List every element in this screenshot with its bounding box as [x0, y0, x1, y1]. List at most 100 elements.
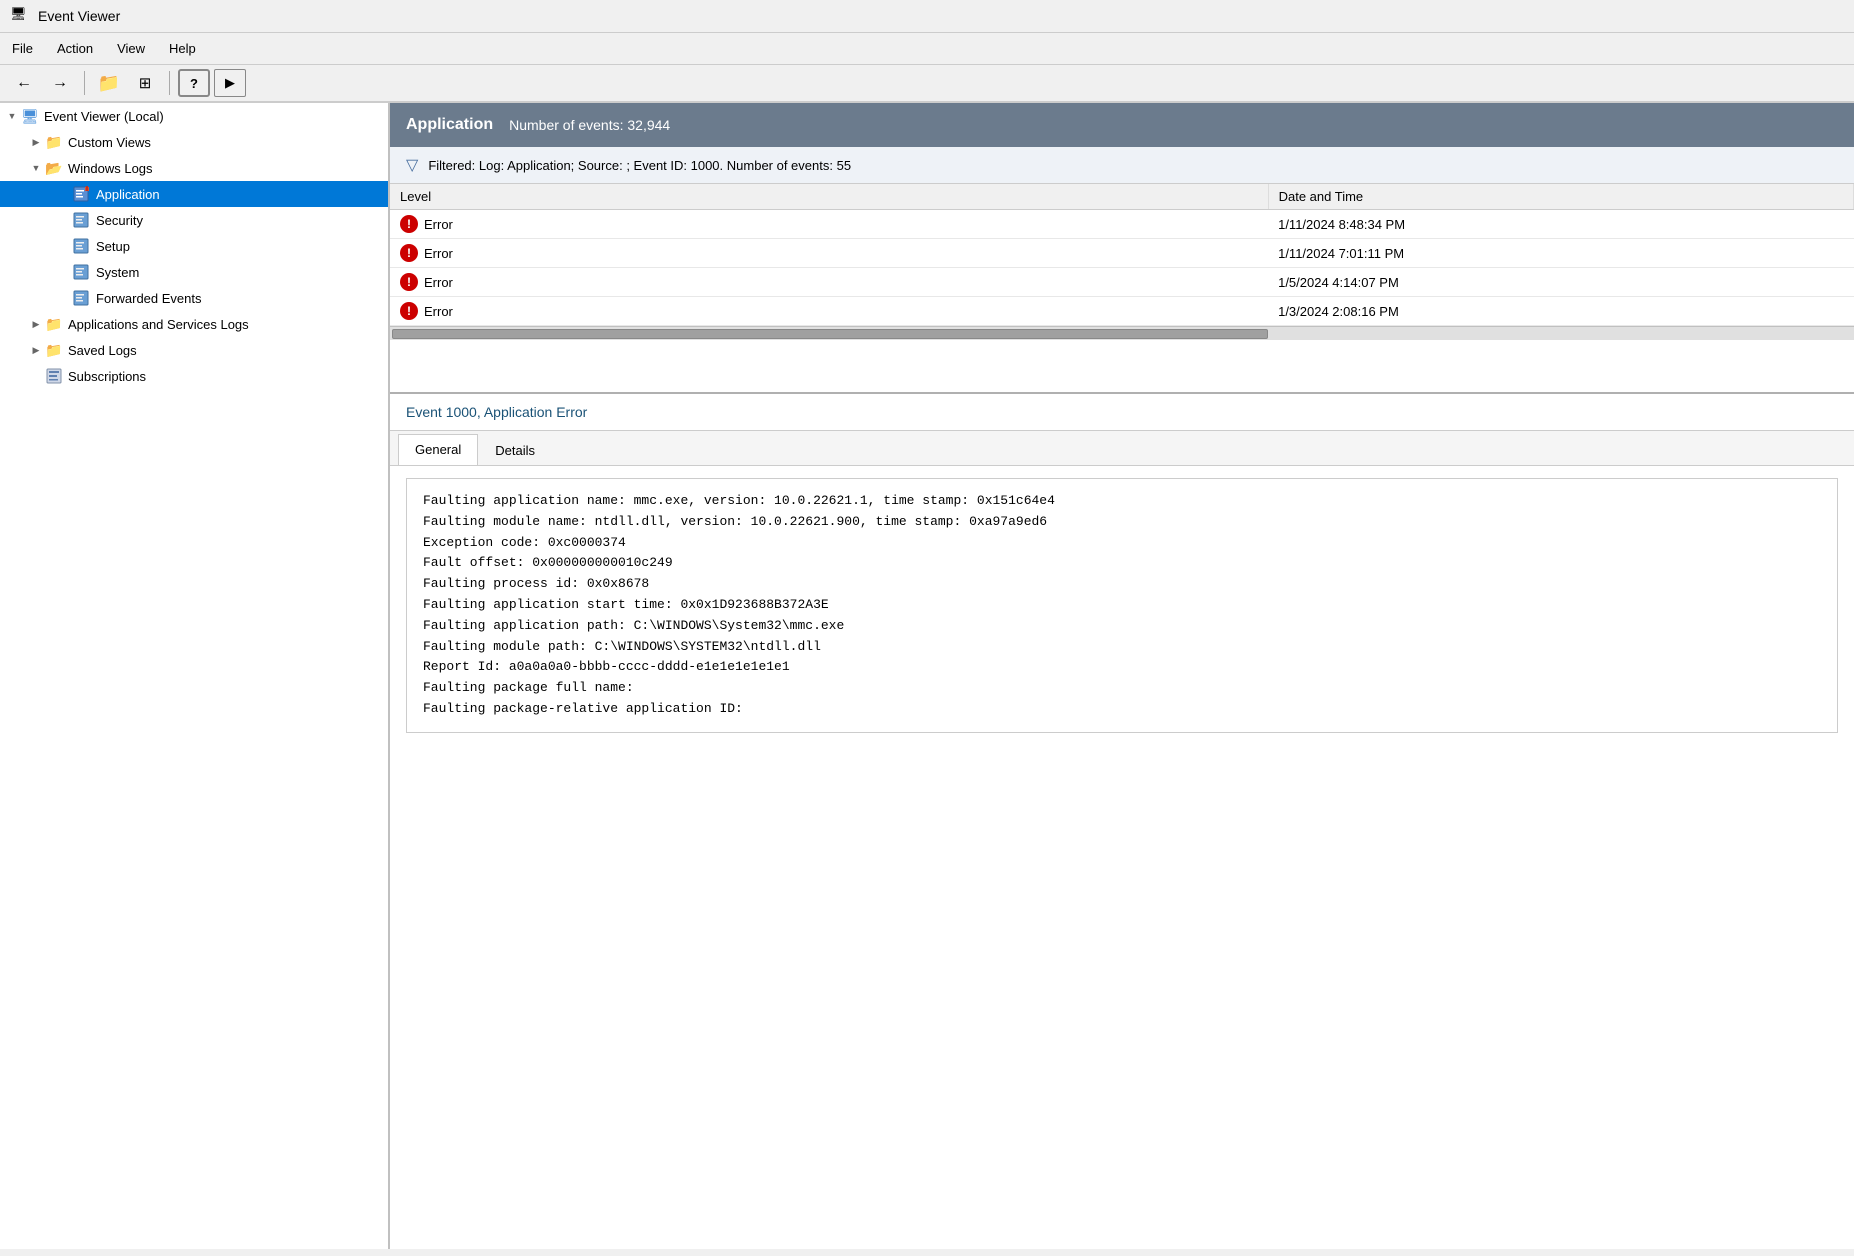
application-log-icon	[72, 184, 92, 204]
tree-item-custom-views[interactable]: ▶ 📁 Custom Views	[0, 129, 388, 155]
detail-line: Fault offset: 0x000000000010c249	[423, 553, 1821, 574]
tree-root-toggle[interactable]: ▼	[4, 111, 20, 121]
detail-tabs: General Details	[390, 431, 1854, 466]
cell-datetime: 1/3/2024 2:08:16 PM	[1268, 297, 1853, 326]
filter-bar: ▽ Filtered: Log: Application; Source: ; …	[390, 147, 1854, 184]
filter-icon: ▽	[406, 155, 418, 175]
saved-logs-toggle[interactable]: ▶	[28, 345, 44, 356]
cell-datetime: 1/11/2024 8:48:34 PM	[1268, 210, 1853, 239]
events-table: Level Date and Time ! Error1/11/2024 8:4…	[390, 184, 1854, 326]
app-services-label: Applications and Services Logs	[68, 317, 249, 332]
table-row[interactable]: ! Error1/3/2024 2:08:16 PM	[390, 297, 1854, 326]
subscriptions-icon	[44, 366, 64, 386]
main-layout: ▼ 🖥 Event Viewer (Local) ▶ 📁 Custom View…	[0, 103, 1854, 1249]
setup-log-icon	[72, 236, 92, 256]
tree-root[interactable]: ▼ 🖥 Event Viewer (Local)	[0, 103, 388, 129]
detail-line: Faulting application name: mmc.exe, vers…	[423, 491, 1821, 512]
detail-line: Faulting module name: ntdll.dll, version…	[423, 512, 1821, 533]
right-panel: Application Number of events: 32,944 ▽ F…	[390, 103, 1854, 1249]
menu-view[interactable]: View	[105, 37, 157, 60]
system-log-icon	[72, 262, 92, 282]
toolbar: ← → 📁 ⊞ ? ▶	[0, 65, 1854, 103]
menu-file[interactable]: File	[0, 37, 45, 60]
table-scrollbar[interactable]	[390, 326, 1854, 340]
cell-datetime: 1/11/2024 7:01:11 PM	[1268, 239, 1853, 268]
toolbar-separator-2	[169, 71, 170, 95]
up-button[interactable]: 📁	[93, 69, 125, 97]
panel-title: Application	[406, 116, 493, 134]
forward-button[interactable]: →	[44, 69, 76, 97]
cell-level: ! Error	[390, 210, 1268, 239]
filter-text: Filtered: Log: Application; Source: ; Ev…	[428, 158, 851, 173]
saved-logs-label: Saved Logs	[68, 343, 137, 358]
title-bar: 🖥 Event Viewer	[0, 0, 1854, 33]
detail-header: Event 1000, Application Error	[390, 394, 1854, 431]
menu-help[interactable]: Help	[157, 37, 208, 60]
detail-line: Faulting application start time: 0x0x1D9…	[423, 595, 1821, 616]
windows-logs-label: Windows Logs	[68, 161, 153, 176]
detail-content: Faulting application name: mmc.exe, vers…	[390, 466, 1854, 1249]
tree-item-subscriptions[interactable]: ▶ Subscriptions	[0, 363, 388, 389]
forwarded-log-icon	[72, 288, 92, 308]
custom-views-label: Custom Views	[68, 135, 151, 150]
cell-level: ! Error	[390, 268, 1268, 297]
cell-level: ! Error	[390, 239, 1268, 268]
subscriptions-label: Subscriptions	[68, 369, 146, 384]
detail-line: Faulting package-relative application ID…	[423, 699, 1821, 720]
table-row[interactable]: ! Error1/5/2024 4:14:07 PM	[390, 268, 1854, 297]
tree-item-application[interactable]: ▶ Application	[0, 181, 388, 207]
detail-line: Exception code: 0xc0000374	[423, 533, 1821, 554]
col-level[interactable]: Level	[390, 184, 1268, 210]
tree-item-saved-logs[interactable]: ▶ 📁 Saved Logs	[0, 337, 388, 363]
window-title: Event Viewer	[38, 8, 120, 24]
table-row[interactable]: ! Error1/11/2024 7:01:11 PM	[390, 239, 1854, 268]
tree-item-windows-logs[interactable]: ▼ 📂 Windows Logs	[0, 155, 388, 181]
tree-item-forwarded-events[interactable]: ▶ Forwarded Events	[0, 285, 388, 311]
cell-level: ! Error	[390, 297, 1268, 326]
detail-line: Faulting module path: C:\WINDOWS\SYSTEM3…	[423, 637, 1821, 658]
show-hide-button[interactable]: ⊞	[129, 69, 161, 97]
tree-item-system[interactable]: ▶ System	[0, 259, 388, 285]
app-services-folder-icon: 📁	[44, 314, 64, 334]
forwarded-events-label: Forwarded Events	[96, 291, 202, 306]
windows-logs-folder-icon: 📂	[44, 158, 64, 178]
tree-panel: ▼ 🖥 Event Viewer (Local) ▶ 📁 Custom View…	[0, 103, 390, 1249]
tab-general[interactable]: General	[398, 434, 478, 465]
detail-line: Faulting process id: 0x0x8678	[423, 574, 1821, 595]
toolbar-separator-1	[84, 71, 85, 95]
table-scrollbar-thumb[interactable]	[392, 329, 1268, 339]
tree-item-app-services-logs[interactable]: ▶ 📁 Applications and Services Logs	[0, 311, 388, 337]
tree-root-label: Event Viewer (Local)	[44, 109, 164, 124]
table-row[interactable]: ! Error1/11/2024 8:48:34 PM	[390, 210, 1854, 239]
tree-item-setup[interactable]: ▶ Setup	[0, 233, 388, 259]
col-datetime[interactable]: Date and Time	[1268, 184, 1853, 210]
application-label: Application	[96, 187, 160, 202]
tree-item-security[interactable]: ▶ Security	[0, 207, 388, 233]
system-label: System	[96, 265, 139, 280]
panel-subtitle: Number of events: 32,944	[509, 117, 670, 133]
detail-line: Report Id: a0a0a0a0-bbbb-cccc-dddd-e1e1e…	[423, 657, 1821, 678]
setup-label: Setup	[96, 239, 130, 254]
back-button[interactable]: ←	[8, 69, 40, 97]
tab-details[interactable]: Details	[478, 435, 552, 465]
custom-views-toggle[interactable]: ▶	[28, 137, 44, 148]
security-label: Security	[96, 213, 143, 228]
detail-content-inner: Faulting application name: mmc.exe, vers…	[406, 478, 1838, 733]
saved-logs-folder-icon: 📁	[44, 340, 64, 360]
menu-bar: File Action View Help	[0, 33, 1854, 65]
menu-action[interactable]: Action	[45, 37, 105, 60]
computer-icon: 🖥	[20, 106, 40, 126]
security-log-icon	[72, 210, 92, 230]
detail-panel: Event 1000, Application Error General De…	[390, 394, 1854, 1249]
cell-datetime: 1/5/2024 4:14:07 PM	[1268, 268, 1853, 297]
windows-logs-toggle[interactable]: ▼	[28, 163, 44, 173]
panel-header: Application Number of events: 32,944	[390, 103, 1854, 147]
detail-line: Faulting package full name:	[423, 678, 1821, 699]
export-button[interactable]: ▶	[214, 69, 246, 97]
app-icon: 🖥	[10, 6, 30, 26]
help-button[interactable]: ?	[178, 69, 210, 97]
custom-views-folder-icon: 📁	[44, 132, 64, 152]
events-table-container[interactable]: Level Date and Time ! Error1/11/2024 8:4…	[390, 184, 1854, 394]
app-services-toggle[interactable]: ▶	[28, 319, 44, 330]
detail-line: Faulting application path: C:\WINDOWS\Sy…	[423, 616, 1821, 637]
